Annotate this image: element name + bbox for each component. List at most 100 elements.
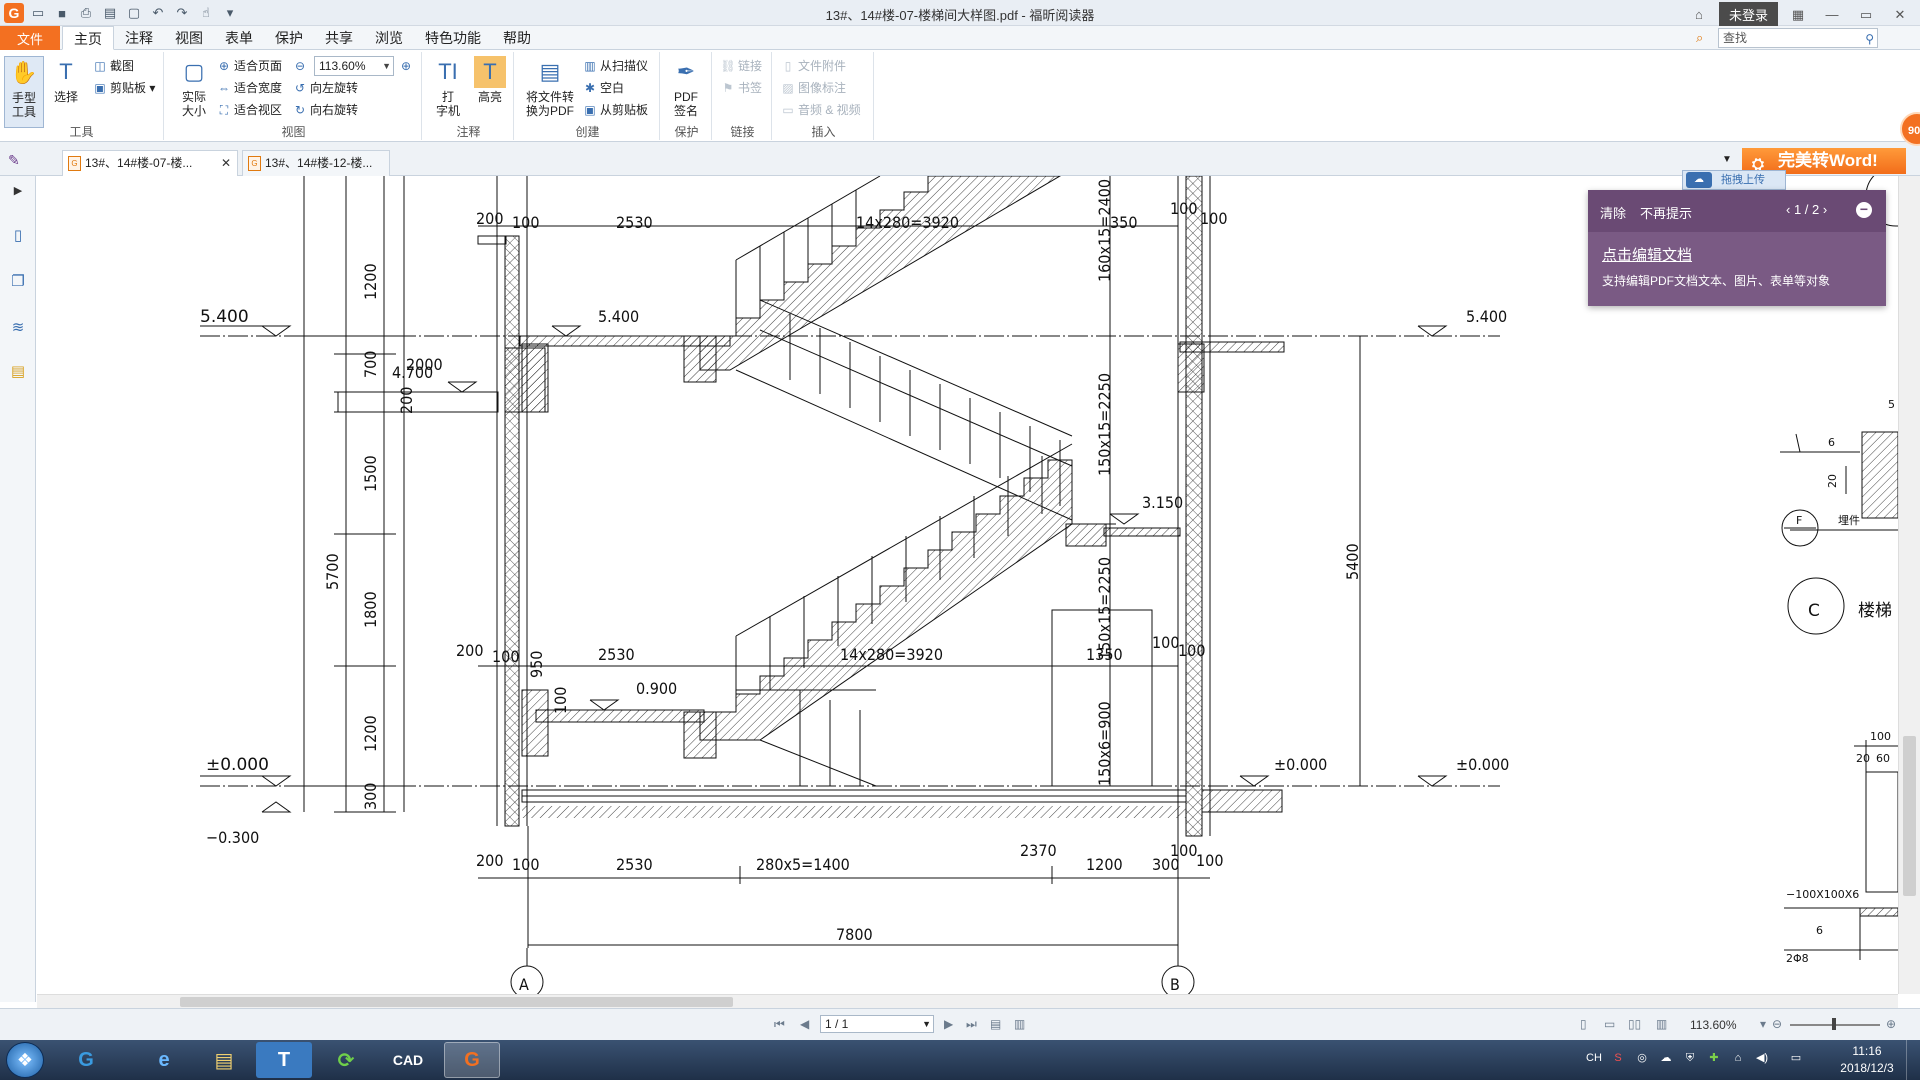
maximize-button[interactable]: ▭: [1852, 4, 1880, 26]
zoom-menu-icon[interactable]: ▾: [1760, 1017, 1766, 1031]
typewriter-button[interactable]: TI 打 字机: [428, 56, 468, 119]
action-center-icon[interactable]: ▭: [1788, 1050, 1804, 1066]
vertical-scrollbar[interactable]: [1898, 176, 1920, 994]
tab-list-chevron-icon[interactable]: ▼: [1722, 154, 1732, 165]
tab-view[interactable]: 视图: [164, 26, 214, 50]
language-indicator[interactable]: CH: [1586, 1050, 1602, 1066]
facing-view-icon[interactable]: ▯▯: [1628, 1017, 1641, 1031]
prev-page-icon[interactable]: ◀: [800, 1017, 809, 1031]
sign-panel-icon[interactable]: ✎: [8, 152, 20, 169]
link-button[interactable]: ⛓ 链接: [720, 56, 762, 76]
file-menu[interactable]: 文件: [0, 26, 60, 50]
find-icon[interactable]: ⌕: [1696, 30, 1712, 46]
from-clipboard-button[interactable]: ▣ 从剪贴板: [582, 100, 648, 120]
upload-button[interactable]: ☁ 拖拽上传: [1682, 170, 1786, 190]
vertical-scroll-thumb[interactable]: [1903, 736, 1916, 896]
search-icon[interactable]: ⚲: [1865, 30, 1874, 48]
edit-document-link[interactable]: 点击编辑文档: [1602, 244, 1692, 265]
cloud-tray-icon[interactable]: ☁: [1658, 1050, 1674, 1066]
shield-icon[interactable]: ✚: [1706, 1050, 1722, 1066]
hand-tool-button[interactable]: ✋ 手型 工具: [4, 56, 44, 128]
doc-tab-1[interactable]: G 13#、14#楼-07-楼... ✕: [62, 150, 238, 176]
tab-help[interactable]: 帮助: [492, 26, 542, 50]
taskbar-explorer-icon[interactable]: ▤: [196, 1042, 252, 1078]
zoom-slider-thumb[interactable]: [1832, 1018, 1836, 1030]
from-scanner-button[interactable]: ▥ 从扫描仪: [582, 56, 648, 76]
taskbar-typewriter-app-icon[interactable]: T: [256, 1042, 312, 1078]
continuous-facing-icon[interactable]: ▥: [1656, 1017, 1667, 1031]
taskbar-ie-icon[interactable]: e: [136, 1042, 192, 1078]
screenshot-button[interactable]: ◫ 截图: [92, 56, 134, 76]
clear-button[interactable]: 清除: [1600, 203, 1626, 222]
rotate-left-button[interactable]: ↺ 向左旋转: [292, 78, 358, 98]
taskbar-green-app-icon[interactable]: ⟳: [318, 1042, 374, 1078]
zoom-in-icon[interactable]: ⊕: [1886, 1017, 1896, 1031]
zoom-select[interactable]: 113.60% ▼: [314, 56, 394, 76]
bookmark-button[interactable]: ⚑ 书签: [720, 78, 762, 98]
zoom-in-button[interactable]: ⊕: [398, 56, 416, 76]
bookmarks-icon[interactable]: ❐: [8, 272, 28, 292]
security-tray-icon[interactable]: ⛨: [1682, 1050, 1698, 1066]
doc-tab-2[interactable]: G 13#、14#楼-12-楼...: [242, 150, 390, 176]
tab-browse[interactable]: 浏览: [364, 26, 414, 50]
continuous-page-icon[interactable]: ▤: [990, 1017, 1001, 1031]
continuous-view-icon[interactable]: ▭: [1604, 1017, 1615, 1031]
next-page-icon[interactable]: ▶: [944, 1017, 953, 1031]
layers-icon[interactable]: ≋: [8, 318, 28, 338]
input-method-icon[interactable]: S: [1610, 1050, 1626, 1066]
login-button[interactable]: 未登录: [1718, 2, 1778, 27]
taskbar-foxit-app-icon[interactable]: G: [58, 1042, 114, 1078]
blank-button[interactable]: ✱ 空白: [582, 78, 624, 98]
status-zoom-value[interactable]: 113.60%: [1690, 1018, 1736, 1032]
tab-comment[interactable]: 注释: [114, 26, 164, 50]
tab-features[interactable]: 特色功能: [414, 26, 492, 50]
audio-video-button[interactable]: ▭ 音频 & 视频: [780, 100, 860, 120]
file-attachment-button[interactable]: ▯ 文件附件: [780, 56, 846, 76]
tab-share[interactable]: 共享: [314, 26, 364, 50]
expand-panel-icon[interactable]: ▶: [8, 184, 28, 204]
page-number-input[interactable]: 1 / 1 ▼: [820, 1015, 934, 1033]
fit-page-button[interactable]: ⊕ 适合页面: [216, 56, 282, 76]
last-page-icon[interactable]: ⏭: [966, 1017, 977, 1032]
skin-icon[interactable]: ⌂: [1685, 4, 1713, 26]
tab-protect[interactable]: 保护: [264, 26, 314, 50]
select-button[interactable]: T 选择: [46, 56, 86, 105]
popup-pager[interactable]: ‹ 1 / 2 ›: [1786, 202, 1827, 217]
browser-tray-icon[interactable]: ◎: [1634, 1050, 1650, 1066]
first-page-icon[interactable]: ⏮: [774, 1017, 785, 1032]
taskbar-cad-icon[interactable]: CAD: [380, 1042, 436, 1078]
convert-to-pdf-button[interactable]: ▤ 将文件转 换为PDF: [520, 56, 580, 119]
horizontal-scrollbar[interactable]: [37, 994, 1898, 1008]
popup-close-icon[interactable]: −: [1856, 202, 1872, 218]
clipboard-button[interactable]: ▣ 剪贴板 ▾: [92, 78, 155, 98]
taskbar-foxit-reader-icon[interactable]: G: [444, 1042, 500, 1078]
clock[interactable]: 11:16 2018/12/3: [1832, 1043, 1902, 1077]
highlight-button[interactable]: T 高亮: [470, 56, 510, 104]
volume-icon[interactable]: ◀): [1754, 1050, 1770, 1066]
actual-size-button[interactable]: ▢ 实际 大小: [174, 56, 214, 119]
fit-width-button[interactable]: ⇔ 适合宽度: [216, 78, 282, 98]
tab-form[interactable]: 表单: [214, 26, 264, 50]
no-hint-button[interactable]: 不再提示: [1640, 203, 1692, 222]
image-annotation-button[interactable]: ▨ 图像标注: [780, 78, 846, 98]
layout-icon[interactable]: ▦: [1784, 4, 1812, 26]
comments-icon[interactable]: ▤: [8, 362, 28, 382]
facing-page-icon[interactable]: ▥: [1014, 1017, 1025, 1031]
tab-home[interactable]: 主页: [62, 26, 114, 50]
search-input[interactable]: 查找 ⚲: [1718, 28, 1878, 48]
close-button[interactable]: ✕: [1886, 4, 1914, 26]
zoom-out-button[interactable]: ⊖: [292, 56, 310, 76]
page-thumbnail-icon[interactable]: ▯: [8, 226, 28, 246]
network-icon[interactable]: ⌂: [1730, 1050, 1746, 1066]
document-tab-bar: ✎ G 13#、14#楼-07-楼... ✕ G 13#、14#楼-12-楼..…: [0, 142, 1920, 176]
show-desktop-button[interactable]: [1906, 1040, 1920, 1080]
minimize-button[interactable]: —: [1818, 4, 1846, 26]
rotate-right-button[interactable]: ↻ 向右旋转: [292, 100, 358, 120]
horizontal-scroll-thumb[interactable]: [180, 997, 733, 1007]
pdf-sign-button[interactable]: ✒ PDF 签名: [666, 56, 706, 119]
fit-visible-button[interactable]: ⛶ 适合视区: [216, 100, 282, 120]
close-tab-icon[interactable]: ✕: [221, 151, 231, 175]
single-page-view-icon[interactable]: ▯: [1580, 1017, 1587, 1031]
zoom-out-icon[interactable]: ⊖: [1772, 1017, 1782, 1031]
start-button[interactable]: ❖: [6, 1042, 44, 1078]
